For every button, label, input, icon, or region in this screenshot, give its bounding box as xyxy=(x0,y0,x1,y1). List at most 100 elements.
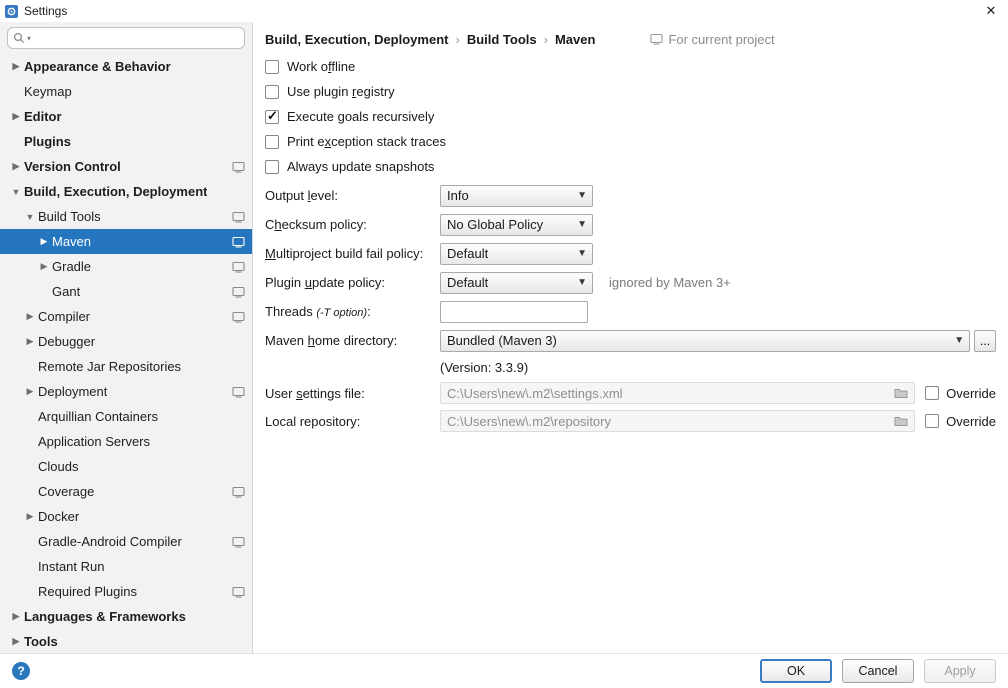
plugin-update-policy-select[interactable]: Default ▼ xyxy=(440,271,593,294)
search-options-chevron-icon[interactable]: ▾ xyxy=(27,34,31,43)
checkbox-label: Always update snapshots xyxy=(287,159,435,174)
checkbox-box[interactable] xyxy=(265,59,279,74)
threads-label: Threads (-T option): xyxy=(265,304,371,319)
close-icon[interactable]: ✕ xyxy=(974,0,1008,22)
checkbox-label: Print exception stack traces xyxy=(287,134,446,149)
help-button[interactable]: ? xyxy=(12,662,30,680)
threads-input[interactable] xyxy=(440,300,588,323)
sidebar-item-version-control[interactable]: ▶ Version Control xyxy=(0,154,252,179)
chevron-right-icon[interactable]: ▶ xyxy=(8,61,24,72)
sidebar-item-coverage[interactable]: Coverage xyxy=(0,479,252,504)
project-settings-icon xyxy=(232,161,245,173)
checkbox-box[interactable] xyxy=(265,134,279,149)
sidebar-item-label: Editor xyxy=(24,109,62,124)
sidebar-item-languages-frameworks[interactable]: ▶ Languages & Frameworks xyxy=(0,604,252,629)
output-level-label: Output level: xyxy=(265,188,338,203)
project-settings-icon xyxy=(232,211,245,223)
project-settings-icon xyxy=(232,236,245,248)
output-level-select[interactable]: Info ▼ xyxy=(440,184,593,207)
sidebar-item-remote-jar-repositories[interactable]: Remote Jar Repositories xyxy=(0,354,252,379)
breadcrumb-item: Maven xyxy=(554,31,596,47)
chevron-down-icon[interactable]: ▼ xyxy=(22,212,38,222)
checkbox-box[interactable] xyxy=(265,108,279,124)
sidebar-item-label: Build Tools xyxy=(38,209,101,224)
maven-home-select[interactable]: Bundled (Maven 3) ▼ xyxy=(440,329,971,352)
sidebar-item-application-servers[interactable]: Application Servers xyxy=(0,429,252,454)
sidebar-item-required-plugins[interactable]: Required Plugins xyxy=(0,579,252,604)
sidebar-item-label: Gradle-Android Compiler xyxy=(38,534,182,549)
sidebar-item-clouds[interactable]: Clouds xyxy=(0,454,252,479)
checkbox-box[interactable] xyxy=(925,386,940,400)
sidebar-item-gradle-android-compiler[interactable]: Gradle-Android Compiler xyxy=(0,529,252,554)
settings-window-icon xyxy=(4,4,19,19)
sidebar-item-label: Coverage xyxy=(38,484,95,499)
multiproject-fail-policy-row: Multiproject build fail policy: Default … xyxy=(265,239,996,268)
sidebar-item-label: Plugins xyxy=(24,134,71,149)
sidebar-item-gradle[interactable]: ▶ Gradle xyxy=(0,254,252,279)
sidebar-item-keymap[interactable]: Keymap xyxy=(0,79,252,104)
search-input[interactable] xyxy=(33,29,239,47)
sidebar-item-build-tools[interactable]: ▼ Build Tools xyxy=(0,204,252,229)
chevron-right-icon[interactable]: ▶ xyxy=(36,236,52,247)
sidebar-item-gant[interactable]: Gant xyxy=(0,279,252,304)
work-offline-checkbox[interactable]: Work offline xyxy=(265,54,996,79)
cancel-button[interactable]: Cancel xyxy=(842,659,914,683)
ok-button[interactable]: OK xyxy=(760,659,832,683)
chevron-right-icon[interactable]: ▶ xyxy=(8,111,24,122)
sidebar-item-label: Arquillian Containers xyxy=(38,409,158,424)
override-label: Override xyxy=(946,385,996,401)
sidebar-item-label: Debugger xyxy=(38,334,96,349)
project-settings-icon xyxy=(232,286,245,298)
sidebar-item-debugger[interactable]: ▶ Debugger xyxy=(0,329,252,354)
local-repository-path: C:\Users\new\.m2\repository xyxy=(447,413,611,429)
sidebar-item-plugins[interactable]: Plugins xyxy=(0,129,252,154)
checkbox-box[interactable] xyxy=(925,414,940,428)
checkbox-label: Work offline xyxy=(287,59,356,74)
breadcrumb-item: Build Tools xyxy=(466,31,537,47)
print-exception-stack-traces-checkbox[interactable]: Print exception stack traces xyxy=(265,129,996,154)
sidebar-item-maven[interactable]: ▶ Maven xyxy=(0,229,252,254)
chevron-right-icon[interactable]: ▶ xyxy=(8,636,24,647)
browse-button[interactable]: ... xyxy=(974,329,996,352)
local-repository-row: Local repository: C:\Users\new\.m2\repos… xyxy=(265,407,996,435)
footer-bar: ? OK Cancel Apply xyxy=(0,653,1008,688)
chevron-down-icon[interactable]: ▼ xyxy=(8,187,24,197)
chevron-right-icon[interactable]: ▶ xyxy=(22,311,38,322)
sidebar-item-docker[interactable]: ▶ Docker xyxy=(0,504,252,529)
sidebar-item-deployment[interactable]: ▶ Deployment xyxy=(0,379,252,404)
checkbox-box[interactable] xyxy=(265,159,279,174)
local-repository-override-checkbox[interactable]: Override xyxy=(925,414,996,429)
chevron-right-icon[interactable]: ▶ xyxy=(22,386,38,397)
chevron-right-icon[interactable]: ▶ xyxy=(22,336,38,347)
sidebar-item-instant-run[interactable]: Instant Run xyxy=(0,554,252,579)
breadcrumb-item: Build, Execution, Deployment xyxy=(265,31,449,47)
sidebar-item-appearance-behavior[interactable]: ▶ Appearance & Behavior xyxy=(0,54,252,79)
sidebar-item-label: Tools xyxy=(24,634,58,649)
sidebar-item-compiler[interactable]: ▶ Compiler xyxy=(0,304,252,329)
user-settings-override-checkbox[interactable]: Override xyxy=(925,386,996,401)
project-settings-icon xyxy=(232,536,245,548)
output-level-value: Info xyxy=(447,188,469,203)
chevron-down-icon: ▼ xyxy=(577,277,587,288)
chevron-right-icon[interactable]: ▶ xyxy=(8,161,24,172)
checksum-policy-select[interactable]: No Global Policy ▼ xyxy=(440,213,593,236)
search-box[interactable]: ▾ xyxy=(7,27,245,49)
project-settings-icon xyxy=(232,386,245,398)
chevron-right-icon[interactable]: ▶ xyxy=(8,611,24,622)
search-icon xyxy=(13,32,25,44)
sidebar-item-label: Maven xyxy=(52,234,92,249)
chevron-right-icon[interactable]: ▶ xyxy=(36,261,52,272)
search-area: ▾ xyxy=(0,22,252,51)
always-update-snapshots-checkbox[interactable]: Always update snapshots xyxy=(265,154,996,179)
sidebar-item-tools[interactable]: ▶ Tools xyxy=(0,629,252,653)
chevron-right-icon[interactable]: ▶ xyxy=(22,511,38,522)
sidebar-item-arquillian-containers[interactable]: Arquillian Containers xyxy=(0,404,252,429)
sidebar-item-editor[interactable]: ▶ Editor xyxy=(0,104,252,129)
checkbox-box[interactable] xyxy=(265,84,279,99)
multiproject-fail-policy-select[interactable]: Default ▼ xyxy=(440,242,593,265)
sidebar-item-label: Compiler xyxy=(38,309,91,324)
execute-goals-recursively-checkbox[interactable]: Execute goals recursively xyxy=(265,104,996,129)
for-current-project-label: For current project xyxy=(668,31,775,47)
sidebar-item-build-execution-deployment[interactable]: ▼ Build, Execution, Deployment xyxy=(0,179,252,204)
use-plugin-registry-checkbox[interactable]: Use plugin registry xyxy=(265,79,996,104)
